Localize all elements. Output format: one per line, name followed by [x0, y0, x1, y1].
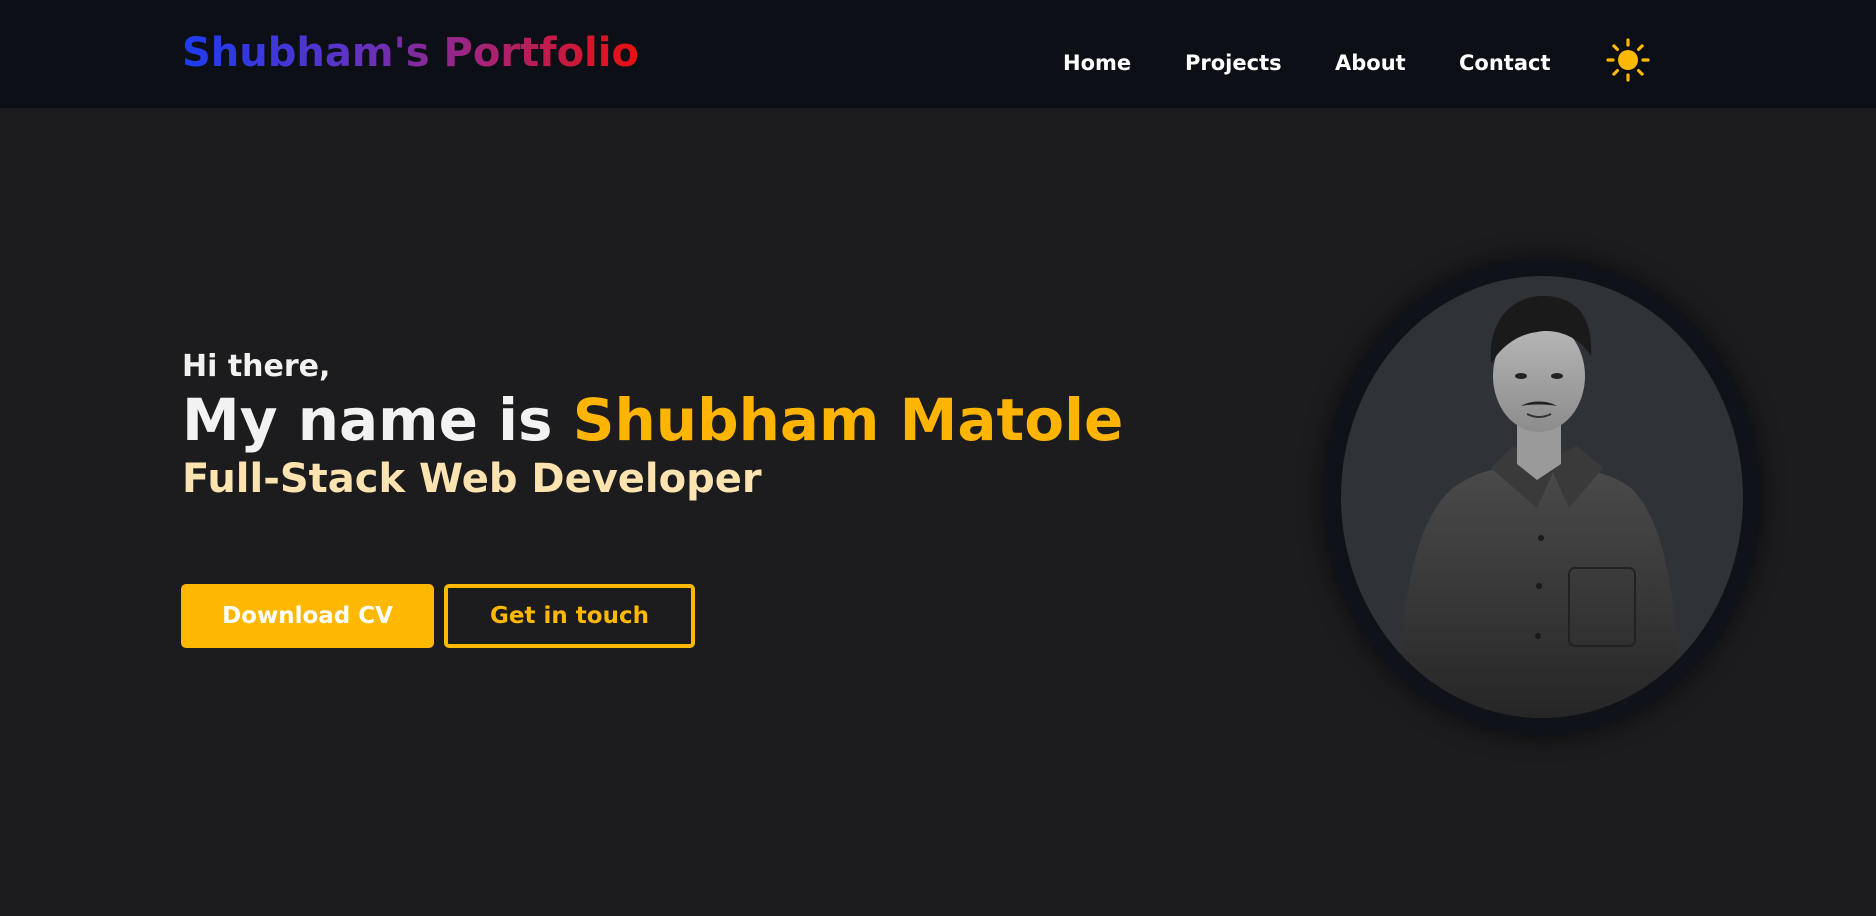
hero-headline: My name is Shubham Matole: [182, 386, 1123, 454]
headline-prefix: My name is: [182, 386, 573, 454]
portrait-photo: [1400, 295, 1678, 718]
nav-link-contact[interactable]: Contact: [1459, 49, 1551, 77]
nav-link-home[interactable]: Home: [1063, 49, 1131, 77]
sun-icon: [1606, 38, 1650, 82]
hero-greeting: Hi there,: [182, 349, 331, 384]
navbar: Shubham's Portfolio Home Projects About …: [0, 0, 1876, 108]
hero-subtitle: Full-Stack Web Developer: [182, 456, 762, 502]
download-cv-button[interactable]: Download CV: [181, 584, 434, 648]
brand-logo-text[interactable]: Shubham's Portfolio: [182, 28, 639, 78]
nav-link-projects[interactable]: Projects: [1185, 49, 1282, 77]
get-in-touch-button[interactable]: Get in touch: [444, 584, 695, 648]
nav-link-about[interactable]: About: [1335, 49, 1406, 77]
headline-name: Shubham Matole: [572, 386, 1124, 454]
theme-toggle-button[interactable]: [1606, 38, 1650, 82]
avatar-frame: [1323, 258, 1761, 736]
avatar: [1341, 276, 1743, 718]
